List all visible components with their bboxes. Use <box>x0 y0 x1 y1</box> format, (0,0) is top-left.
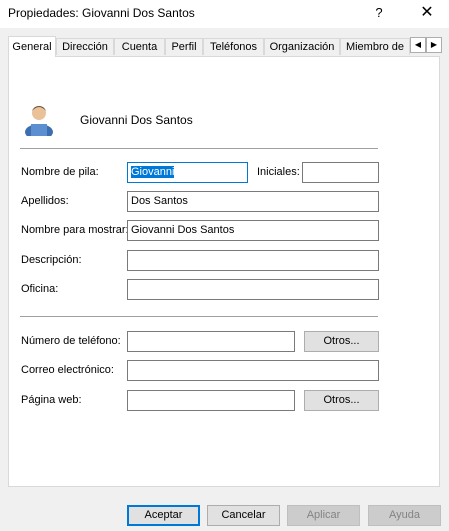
user-display-name: Giovanni Dos Santos <box>80 113 193 127</box>
last-name-label: Apellidos: <box>21 195 69 207</box>
tab-strip: General Dirección Cuenta Perfil Teléfono… <box>8 36 426 57</box>
web-page-label: Página web: <box>21 394 82 406</box>
triangle-left-icon: ◀ <box>414 40 422 49</box>
display-name-field[interactable]: Giovanni Dos Santos <box>127 220 379 241</box>
tab-cuenta[interactable]: Cuenta <box>114 38 165 55</box>
help-button[interactable]: ? <box>364 2 394 24</box>
phone-other-button[interactable]: Otros... <box>304 331 379 352</box>
description-field[interactable] <box>127 250 379 271</box>
office-label: Oficina: <box>21 283 59 295</box>
phone-label: Número de teléfono: <box>21 335 121 347</box>
tab-organizacion[interactable]: Organización <box>264 38 340 55</box>
initials-label: Iniciales: <box>257 166 300 178</box>
tab-general[interactable]: General <box>8 36 56 57</box>
display-name-label: Nombre para mostrar: <box>21 224 129 236</box>
tab-direccion[interactable]: Dirección <box>56 38 114 55</box>
email-label: Correo electrónico: <box>21 364 114 376</box>
window-title: Propiedades: Giovanni Dos Santos <box>8 6 195 20</box>
web-page-field[interactable] <box>127 390 295 411</box>
tab-perfil[interactable]: Perfil <box>165 38 203 55</box>
office-field[interactable] <box>127 279 379 300</box>
phone-field[interactable] <box>127 331 295 352</box>
user-icon <box>25 106 53 136</box>
cancel-button[interactable]: Cancelar <box>207 505 280 526</box>
last-name-field[interactable]: Dos Santos <box>127 191 379 212</box>
apply-button[interactable]: Aplicar <box>287 505 360 526</box>
title-bar: Propiedades: Giovanni Dos Santos ? ✕ <box>0 0 449 28</box>
tab-telefonos[interactable]: Teléfonos <box>203 38 264 55</box>
web-other-button[interactable]: Otros... <box>304 390 379 411</box>
separator <box>20 148 378 149</box>
tab-scroll-right-button[interactable]: ▶ <box>426 37 442 53</box>
triangle-right-icon: ▶ <box>430 40 438 49</box>
tab-miembro-de[interactable]: Miembro de <box>340 38 410 55</box>
first-name-field[interactable]: Giovanni <box>127 162 248 183</box>
tab-page-general <box>8 56 440 487</box>
help-footer-button[interactable]: Ayuda <box>368 505 441 526</box>
close-button[interactable]: ✕ <box>412 2 442 24</box>
email-field[interactable] <box>127 360 379 381</box>
first-name-label: Nombre de pila: <box>21 166 99 178</box>
ok-button[interactable]: Aceptar <box>127 505 200 526</box>
tab-scroll-left-button[interactable]: ◀ <box>410 37 426 53</box>
initials-field[interactable] <box>302 162 379 183</box>
separator <box>20 316 378 317</box>
description-label: Descripción: <box>21 254 82 266</box>
